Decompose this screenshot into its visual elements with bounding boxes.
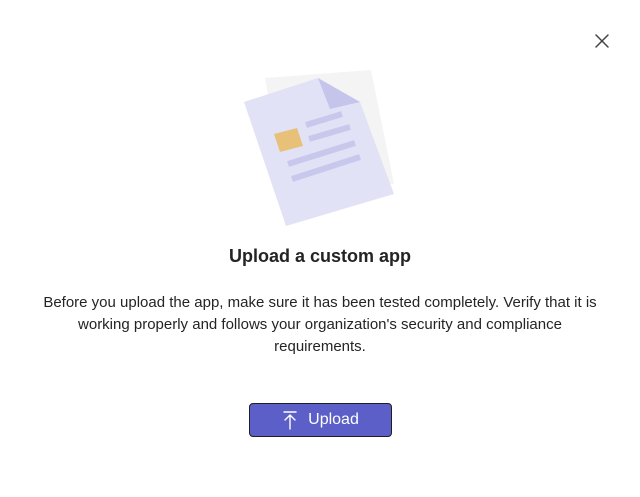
upload-icon (282, 410, 298, 430)
document-illustration (244, 70, 394, 226)
upload-button[interactable]: Upload (249, 403, 392, 437)
close-icon (595, 34, 609, 48)
dialog-description: Before you upload the app, make sure it … (43, 294, 597, 355)
close-button[interactable] (588, 27, 616, 55)
upload-button-label: Upload (308, 411, 359, 428)
upload-custom-app-dialog: Upload a custom app Before you upload th… (0, 0, 640, 497)
dialog-title: Upload a custom app (228, 246, 412, 266)
